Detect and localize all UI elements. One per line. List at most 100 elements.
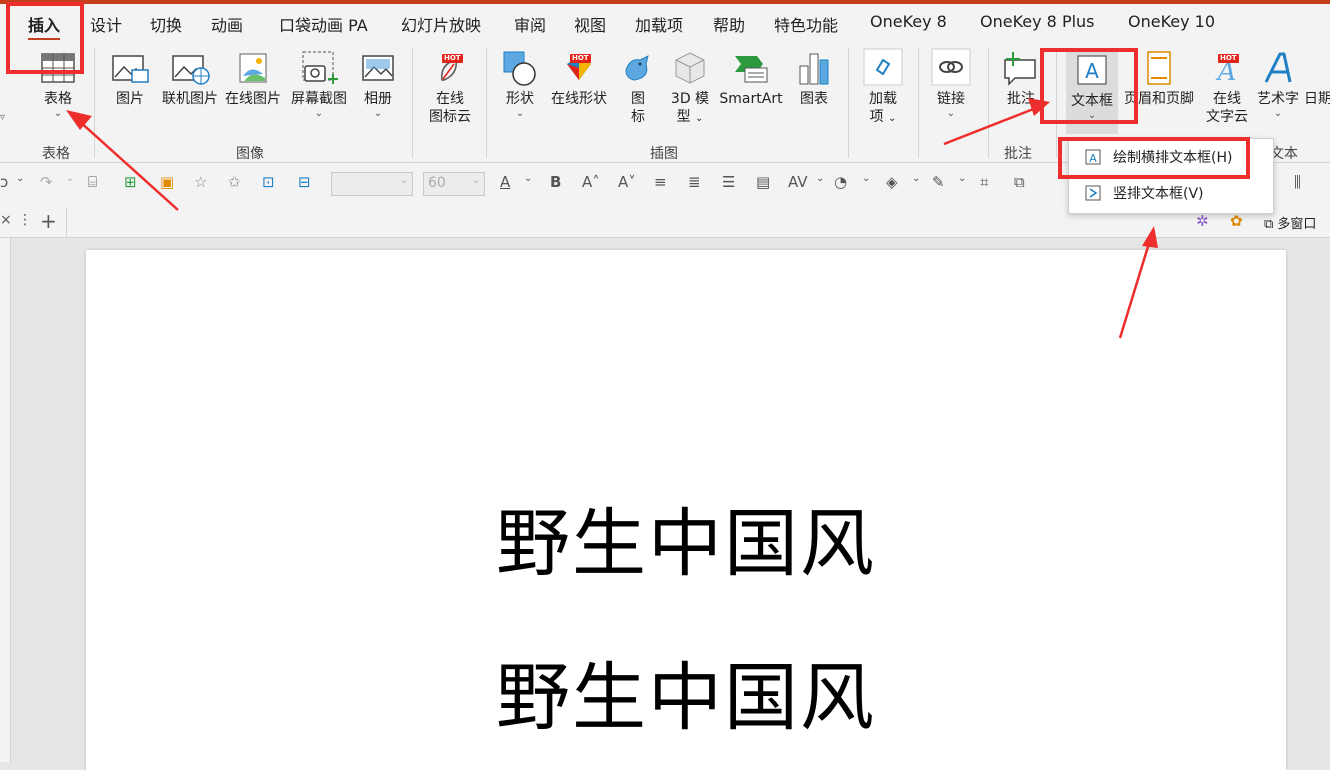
distribute-icon[interactable]: ⫼	[1294, 173, 1301, 191]
presentation-icon[interactable]: ⌸	[88, 173, 97, 191]
slide-text-line-2[interactable]: 野生中国风	[86, 638, 1286, 745]
menu-item-vertical-textbox[interactable]: 竖排文本框(V)	[1085, 183, 1204, 203]
font-color-icon[interactable]: A	[500, 173, 510, 191]
tab-help[interactable]: 帮助	[713, 12, 745, 36]
chevron-down-icon[interactable]: ⌄	[862, 173, 870, 184]
font-name-select[interactable]: ⌄	[331, 172, 413, 196]
group-divider	[988, 48, 989, 158]
wordart-button[interactable]: 艺术字 ⌄	[1254, 50, 1302, 120]
decrease-font-icon[interactable]: A˅	[618, 173, 636, 191]
date-time-button[interactable]: 日期	[1304, 90, 1330, 108]
bold-icon[interactable]: B	[550, 173, 561, 191]
textbox-small-icon[interactable]: ⊡	[262, 173, 275, 191]
online-picture-button[interactable]: 联机图片	[157, 50, 223, 108]
collapse-left-icon[interactable]: ▿	[0, 112, 5, 123]
table-button[interactable]: 表格 ⌄	[38, 50, 78, 120]
vertical-textbox-icon[interactable]: ⊟	[298, 173, 311, 191]
tab-onekey10[interactable]: OneKey 10	[1128, 12, 1215, 31]
textbox-button[interactable]: A 文本框 ⌄	[1066, 48, 1118, 134]
magic-icon[interactable]: ✲	[1196, 212, 1209, 230]
chevron-down-icon[interactable]: ⌄	[816, 173, 824, 184]
divider	[66, 207, 67, 237]
chevron-down-icon[interactable]: ⌄	[524, 173, 532, 184]
album-button[interactable]: 相册 ⌄	[358, 50, 398, 120]
chevron-down-icon: ⌄	[946, 108, 956, 119]
tab-review[interactable]: 审阅	[514, 12, 546, 36]
star-icon[interactable]: ✩	[228, 173, 241, 191]
smartart-button[interactable]: SmartArt	[716, 50, 786, 108]
ribbon-tab-bar: 插入 设计 切换 动画 口袋动画 PA 幻灯片放映 审阅 视图 加载项 帮助 特…	[0, 4, 1330, 41]
tab-features[interactable]: 特色功能	[774, 12, 838, 36]
tab-slideshow[interactable]: 幻灯片放映	[401, 12, 481, 36]
tab-animations[interactable]: 动画	[211, 12, 243, 36]
screenshot-button[interactable]: 屏幕截图 ⌄	[288, 50, 350, 120]
slide-text-line-1[interactable]: 野生中国风	[86, 484, 1286, 591]
pen-icon[interactable]: ✎	[932, 173, 945, 191]
word-cloud-button[interactable]: HOT A 在线 文字云	[1202, 50, 1252, 126]
tab-onekey8[interactable]: OneKey 8	[870, 12, 947, 31]
addins-button[interactable]: 加载 项 ⌄	[862, 48, 904, 128]
chevron-down-icon[interactable]: ⌄	[66, 173, 74, 184]
star-outline-icon[interactable]: ☆	[194, 173, 207, 191]
smartart-label: SmartArt	[719, 91, 783, 107]
vertical-textbox-icon	[1085, 185, 1101, 201]
web-picture-button[interactable]: 在线图片	[222, 50, 284, 108]
font-size-select[interactable]: 60 ⌄	[423, 172, 485, 196]
paint-bucket-icon[interactable]: ◈	[886, 173, 898, 191]
lasso-icon[interactable]: ↄ	[0, 173, 8, 191]
group-label-table: 表格	[42, 146, 70, 162]
more-icon[interactable]: ⋮	[18, 212, 32, 228]
tab-addins[interactable]: 加载项	[635, 12, 683, 36]
menu-item-horizontal-textbox[interactable]: A 绘制横排文本框(H)	[1085, 147, 1232, 167]
online-picture-label: 联机图片	[162, 91, 218, 107]
justify-icon[interactable]: ≣	[688, 173, 701, 191]
tab-view[interactable]: 视图	[574, 12, 606, 36]
slide-canvas[interactable]: 野生中国风 野生中国风	[86, 250, 1286, 770]
chevron-down-icon: ⌄	[695, 113, 704, 124]
align-icon[interactable]: ⊞	[124, 173, 137, 191]
chevron-down-icon[interactable]: ⌄	[16, 173, 24, 184]
tab-onekey8plus[interactable]: OneKey 8 Plus	[980, 12, 1095, 31]
add-tab-icon[interactable]: +	[40, 209, 57, 233]
group-label-text: 文本	[1270, 146, 1298, 162]
redo-icon[interactable]: ↷	[40, 173, 53, 191]
align-left-icon[interactable]: ☰	[722, 173, 735, 191]
online-shapes-button[interactable]: HOT 在线形状	[548, 50, 610, 108]
icon-cloud-label-2: 图标云	[429, 109, 471, 125]
select-shape-icon[interactable]: ▣	[160, 173, 174, 191]
3d-model-button[interactable]: 3D 模 型 ⌄	[668, 50, 712, 128]
chevron-down-icon[interactable]: ⌄	[912, 173, 920, 184]
chevron-down-icon: ⌄	[888, 113, 897, 124]
chevron-down-icon: ⌄	[399, 175, 408, 186]
increase-font-icon[interactable]: A˄	[582, 173, 600, 191]
comment-button[interactable]: 批注	[1000, 50, 1042, 108]
icons-label-2: 标	[631, 109, 645, 125]
character-spacing-icon[interactable]: AV	[788, 173, 808, 191]
tab-pocket-animation[interactable]: 口袋动画 PA	[279, 12, 368, 36]
chevron-down-icon[interactable]: ⌄	[958, 173, 966, 184]
icons-button[interactable]: 图 标	[620, 50, 656, 126]
addins-label-2-row: 项 ⌄	[862, 108, 904, 128]
thumbnail-pane-edge[interactable]	[0, 238, 11, 762]
header-footer-button[interactable]: 页眉和页脚	[1120, 50, 1198, 108]
crop-icon[interactable]: ⌗	[980, 173, 988, 191]
shape-fill-icon[interactable]: ◔	[834, 173, 847, 191]
3d-model-label-2-row: 型 ⌄	[668, 108, 712, 128]
multi-window-button[interactable]: ⧉ 多窗口	[1264, 213, 1316, 232]
tab-insert[interactable]: 插入	[28, 12, 61, 41]
tab-design[interactable]: 设计	[90, 12, 122, 36]
tab-transitions[interactable]: 切换	[150, 12, 182, 36]
gear-icon[interactable]: ✿	[1230, 212, 1243, 230]
icons-label-1: 图	[631, 91, 645, 107]
header-footer-icon	[1147, 51, 1171, 85]
horizontal-textbox-icon: A	[1085, 149, 1101, 165]
chart-button[interactable]: 图表	[794, 50, 834, 108]
picture-button[interactable]: 图片	[110, 50, 150, 108]
icon-cloud-button[interactable]: HOT 在线 图标云	[424, 50, 476, 126]
align-center-icon[interactable]: ≡	[654, 173, 667, 191]
link-button[interactable]: 链接 ⌄	[930, 48, 972, 120]
group-shapes-icon[interactable]: ⧉	[1014, 173, 1025, 191]
close-icon[interactable]: ×	[0, 212, 12, 228]
distributed-icon[interactable]: ▤	[756, 173, 770, 191]
shapes-button[interactable]: 形状 ⌄	[500, 50, 540, 120]
